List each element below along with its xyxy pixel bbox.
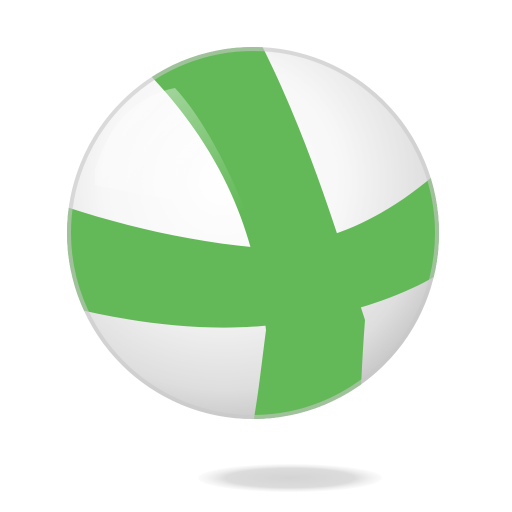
logo-canvas [0,0,512,512]
ground-shadow [198,464,382,492]
sphere-logo [67,47,439,492]
